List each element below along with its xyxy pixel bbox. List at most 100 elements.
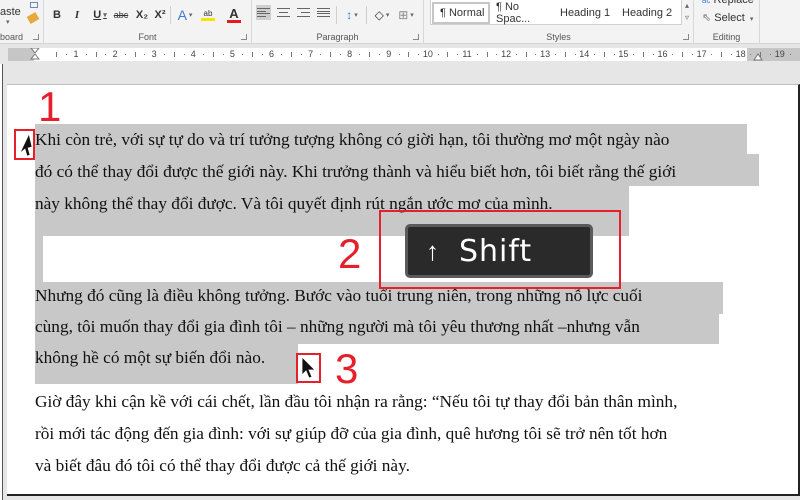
step-2-label: 2	[338, 230, 362, 277]
select-button[interactable]: ⇖ Select ▾	[702, 11, 753, 24]
line-spacing-icon: ↕	[346, 8, 353, 22]
ruler-tick	[320, 54, 322, 55]
ruler-tick	[291, 52, 293, 57]
font-color-icon: A	[229, 5, 239, 21]
paste-dropdown-icon[interactable]: ▾	[6, 18, 10, 26]
line-spacing-button[interactable]: ↕ ▾	[340, 6, 364, 24]
clipboard-group: aste ▾ board	[0, 0, 44, 44]
styles-scroll[interactable]: ▴ ▿	[682, 0, 692, 25]
ruler-tick	[770, 54, 772, 55]
ruler-tick	[261, 54, 263, 55]
ruler-tick	[730, 54, 732, 55]
chevron-down-icon: ▾	[188, 12, 193, 19]
text-effects-button[interactable]: A ▾	[174, 6, 196, 24]
paragraph-2-line-3: không hề có một sự biến đổi nào.	[35, 348, 266, 367]
ruler-tick	[281, 54, 283, 55]
font-group-label: Font	[138, 32, 157, 42]
align-center-button[interactable]	[276, 5, 291, 20]
ruler-tick	[203, 54, 205, 55]
underline-button[interactable]: U ▾	[88, 6, 112, 24]
step-1-label: 1	[38, 83, 62, 130]
paragraph-launcher-icon[interactable]	[413, 34, 419, 40]
strikethrough-button[interactable]: abc	[112, 6, 130, 24]
ruler-tick	[242, 54, 244, 55]
subscript-button[interactable]: X₂	[134, 6, 150, 24]
bold-button[interactable]: B	[50, 6, 64, 24]
ruler-tick	[85, 54, 87, 55]
highlight-button[interactable]: ab	[196, 6, 220, 24]
ruler-tick	[379, 54, 381, 55]
ruler-tick	[652, 54, 654, 55]
font-color-button[interactable]: A	[222, 6, 246, 24]
ruler-tick	[183, 54, 185, 55]
ruler-tick	[711, 54, 713, 55]
replace-icon: ac	[702, 0, 711, 5]
ruler-tick	[721, 52, 723, 57]
clipboard-launcher-icon[interactable]	[33, 34, 39, 40]
ruler-tick	[672, 54, 674, 55]
style-normal[interactable]: ¶ Normal	[432, 2, 490, 24]
paragraph-group: ↕ ▾ ◇ ▾ ⊞ ▾ Paragraph	[252, 0, 424, 44]
ruler-number: 12	[501, 49, 512, 59]
superscript-button[interactable]: X²	[152, 6, 168, 24]
ruler-tick	[642, 52, 644, 57]
ruler-tick	[789, 54, 791, 55]
select-label: Select	[714, 12, 745, 24]
paragraph-3-line-2: rồi mới tác động đến gia đình: với sự gi…	[35, 424, 668, 443]
align-right-button[interactable]	[296, 5, 311, 20]
right-indent-marker[interactable]	[753, 48, 763, 61]
ruler-number: 7	[308, 49, 314, 59]
paste-button[interactable]: aste	[0, 3, 21, 21]
ruler-tick	[173, 52, 175, 57]
chevron-down-icon: ▾	[749, 16, 754, 23]
ruler-number: 6	[268, 49, 275, 59]
ruler-tick	[66, 54, 68, 55]
ruler-tick	[613, 54, 615, 55]
ruler-tick	[515, 54, 517, 55]
format-painter-icon[interactable]	[26, 12, 40, 24]
ruler-tick	[496, 54, 498, 55]
ruler-tick	[56, 52, 58, 57]
borders-button[interactable]: ⊞ ▾	[394, 6, 418, 24]
paragraph-group-label: Paragraph	[316, 32, 359, 42]
borders-icon: ⊞	[398, 8, 409, 22]
replace-button[interactable]: ac Replace	[702, 0, 754, 6]
horizontal-ruler[interactable]: 1 2 3 4 5 6 7 8 9 10 11 12 13 14 15 16 17 18 19	[8, 48, 800, 61]
underline-label: U	[93, 9, 102, 21]
ruler-tick	[95, 52, 97, 57]
justify-button[interactable]	[316, 5, 331, 20]
shading-button[interactable]: ◇ ▾	[370, 6, 394, 24]
ribbon: aste ▾ board B I U ▾ abc X₂ X² A ▾ ab A Fo…	[0, 0, 800, 44]
style-no-spacing[interactable]: ¶ No Spac...	[490, 1, 554, 25]
chevron-down-icon: ▾	[354, 12, 358, 19]
style-heading-2[interactable]: Heading 2	[616, 2, 680, 24]
ruler-tick	[525, 52, 527, 57]
shift-arrow-icon: ↑	[426, 236, 439, 266]
ruler-tick	[212, 52, 214, 57]
font-launcher-icon[interactable]	[241, 34, 247, 40]
ruler-number: 8	[347, 49, 353, 59]
paragraph-2-line-2: cùng, tôi muốn thay đổi gia đình tôi – n…	[35, 317, 640, 336]
ruler-tick	[437, 54, 439, 55]
paragraph-1-line-2: đó có thể thay đổi được thế giới này. Kh…	[35, 162, 677, 181]
italic-button[interactable]: I	[70, 6, 84, 24]
separator	[366, 6, 367, 24]
chevron-down-icon: ▾	[103, 12, 107, 19]
shift-key-icon: ↑ Shift	[405, 224, 593, 278]
page-left-edge	[0, 64, 3, 500]
ruler-tick	[594, 54, 596, 55]
ruler-tick	[418, 54, 420, 55]
ruler-number: 17	[696, 49, 707, 59]
selection-cursor-icon	[19, 133, 33, 157]
style-heading-1[interactable]: Heading 1	[554, 2, 616, 24]
copy-icon[interactable]	[30, 2, 38, 8]
first-line-indent-marker[interactable]	[30, 48, 40, 61]
ruler-tick	[300, 54, 302, 55]
ruler-tick	[251, 52, 253, 57]
ruler-number: 19	[774, 49, 785, 59]
ruler-tick	[564, 52, 566, 57]
ruler-tick	[750, 54, 752, 55]
styles-launcher-icon[interactable]	[683, 34, 689, 40]
ruler-number: 15	[618, 49, 629, 59]
align-left-button[interactable]	[256, 5, 271, 20]
